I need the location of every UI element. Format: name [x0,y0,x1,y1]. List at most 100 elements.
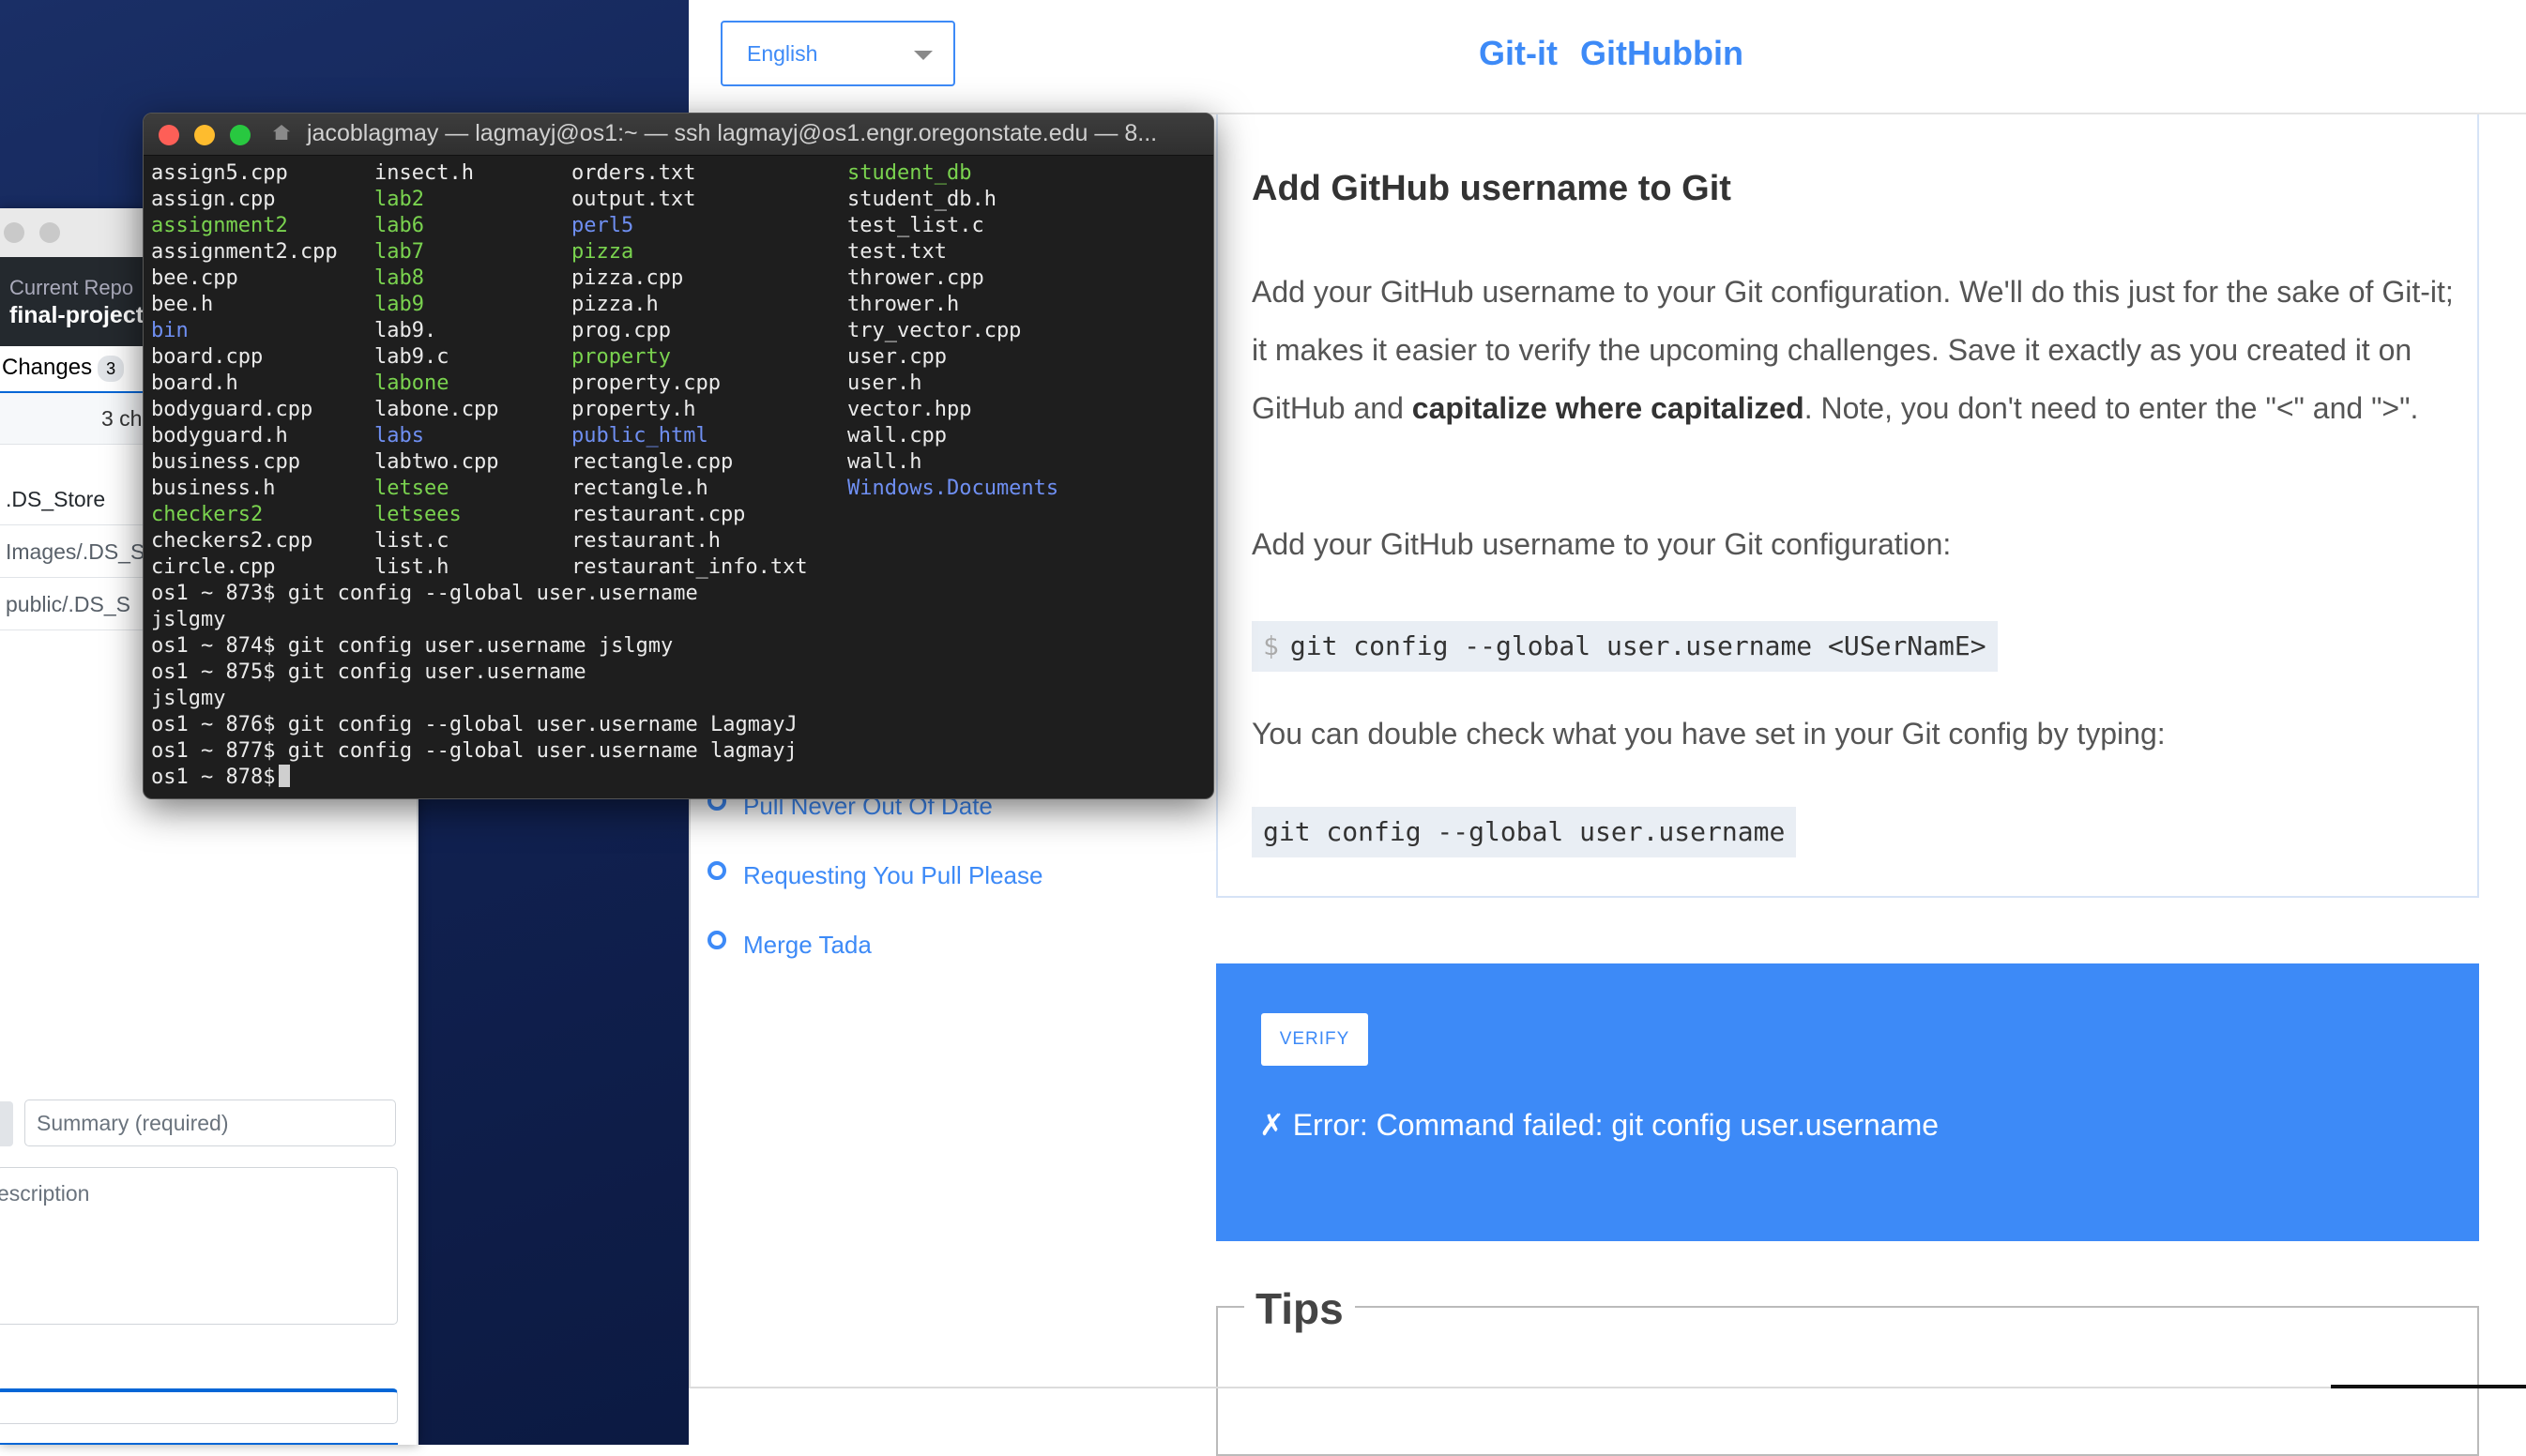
prompt-text: os1 ~ 878$ [151,766,276,789]
ls-output-row: assignment2.cpp lab7 pizza test.txt [151,239,1206,265]
ls-output-row: bodyguard.cpp labone.cpp property.h vector.… [151,397,1206,423]
ls-output-row: bodyguard.h labs public_html wall.cpp [151,423,1206,449]
circle-icon [708,861,726,880]
ls-entry: bee.cpp [151,266,238,290]
window-close-button[interactable] [159,125,179,145]
challenge-step-box [1216,114,2479,898]
commit-description-input[interactable]: escription [0,1167,398,1325]
terminal-line: os1 ~ 877$ git config --global user.user… [151,739,798,763]
window-border [689,1387,2526,1388]
circle-icon [708,931,726,949]
ls-entry: thrower.h [847,293,960,316]
ls-entry: lab9.c [374,345,449,369]
ls-entry: test.txt [847,240,947,264]
window-minimize-button[interactable] [39,222,60,243]
window-close-button[interactable] [4,222,24,243]
terminal-line: os1 ~ 873$ git config --global user.user… [151,582,698,605]
ls-output-row: bin lab9. prog.cpp try_vector.cpp [151,318,1206,344]
ls-entry: lab9. [374,319,437,342]
ls-entry: student_db.h [847,188,997,211]
terminal-line: jslgmy [151,687,226,710]
ls-entry: pizza [571,240,634,264]
ls-entry: property [571,345,671,369]
challenge-link[interactable]: Requesting You Pull Please [708,861,1042,899]
app-title: Git-it GitHubbin [1479,34,1766,73]
ls-entry: try_vector.cpp [847,319,1022,342]
ls-entry: lab8 [374,266,424,290]
verify-button[interactable]: VERIFY [1261,1013,1368,1066]
divider [2331,1385,2526,1388]
tab-changes[interactable]: Changes 3 [0,346,143,394]
code-snippet: $ git config --global user.username <USer… [1252,621,1998,672]
window-minimize-button[interactable] [194,125,215,145]
ls-entry: orders.txt [571,161,696,185]
avatar-icon [0,1101,13,1146]
commit-summary-input[interactable]: Summary (required) [24,1100,396,1146]
ls-entry: business.h [151,477,276,500]
ls-entry: assign.cpp [151,188,276,211]
language-select[interactable]: English [721,21,955,86]
ls-entry: labs [374,424,424,447]
ls-entry: bodyguard.cpp [151,398,313,421]
prompt-symbol: $ [1263,630,1279,661]
ls-entry: output.txt [571,188,696,211]
ls-entry: letsee [374,477,449,500]
ls-entry: list.h [374,555,449,579]
ls-entry: restaurant.h [571,529,721,553]
cursor-icon [279,765,291,787]
ls-entry: circle.cpp [151,555,276,579]
instruction-text: Add your GitHub username to your Git con… [1252,527,1952,561]
ls-entry: assignment2.cpp [151,240,338,264]
ls-entry: student_db [847,161,972,185]
step-description: Add your GitHub username to your Git con… [1252,275,2454,425]
challenge-link[interactable]: Merge Tada [708,931,872,968]
language-select-value: English [747,41,818,66]
ls-output-row: bee.cpp lab8 pizza.cpp thrower.cpp [151,265,1206,292]
terminal-window[interactable]: jacoblagmay — lagmayj@os1:~ — ssh lagmay… [143,113,1214,799]
ls-entry: checkers2 [151,503,264,526]
ls-entry: property.h [571,398,696,421]
verify-panel: VERIFY ✗ Error: Command failed: git conf… [1216,963,2479,1241]
ls-output-row: board.cpp lab9.c property user.cpp [151,344,1206,371]
terminal-line: jslgmy [151,608,226,631]
window-maximize-button[interactable] [230,125,251,145]
ls-entry: assign5.cpp [151,161,288,185]
ls-output-row: assign5.cpp insect.h orders.txt student_db [151,160,1206,187]
ls-entry: lab6 [374,214,424,237]
ls-entry: list.c [374,529,449,553]
ls-entry: labone [374,372,449,395]
ls-entry: prog.cpp [571,319,671,342]
terminal-line: os1 ~ 875$ git config user.username [151,660,586,684]
code-snippet: git config --global user.username [1252,807,1797,857]
ls-entry: wall.h [847,450,922,474]
tips-box [1216,1306,2479,1456]
ls-entry: wall.cpp [847,424,947,447]
ls-entry: user.cpp [847,345,947,369]
brand-git-it[interactable]: Git-it [1479,34,1558,72]
ls-entry: perl5 [571,214,634,237]
ls-entry: letsees [374,503,462,526]
ls-entry: pizza.h [571,293,659,316]
ls-entry: business.cpp [151,450,300,474]
ls-entry: insect.h [374,161,474,185]
ls-entry: bin [151,319,189,342]
terminal-titlebar[interactable]: jacoblagmay — lagmayj@os1:~ — ssh lagmay… [144,114,1213,156]
ls-entry: board.cpp [151,345,264,369]
ls-output-row: bee.h lab9 pizza.h thrower.h [151,292,1206,318]
ls-entry: labone.cpp [374,398,499,421]
header: English Git-it GitHubbin [689,0,2526,114]
terminal-prompt[interactable]: os1 ~ 878$ [151,765,1206,791]
ls-entry: board.h [151,372,238,395]
ls-output-row: checkers2.cpp list.c restaurant.h [151,528,1206,554]
ls-entry: Windows.Documents [847,477,1059,500]
ls-entry: rectangle.h [571,477,708,500]
step-heading: Add GitHub username to Git [1252,169,1731,208]
current-repository-label: Current Repo [9,276,134,299]
terminal-output[interactable]: assign5.cpp insect.h orders.txt student_db a… [151,160,1206,798]
ls-entry: rectangle.cpp [571,450,734,474]
terminal-line: os1 ~ 874$ git config user.username jslg… [151,634,674,658]
ls-entry: thrower.cpp [847,266,984,290]
coauthor-field[interactable] [0,1388,398,1424]
ls-entry: user.h [847,372,922,395]
ls-output-row: business.cpp labtwo.cpp rectangle.cpp wall.… [151,449,1206,476]
